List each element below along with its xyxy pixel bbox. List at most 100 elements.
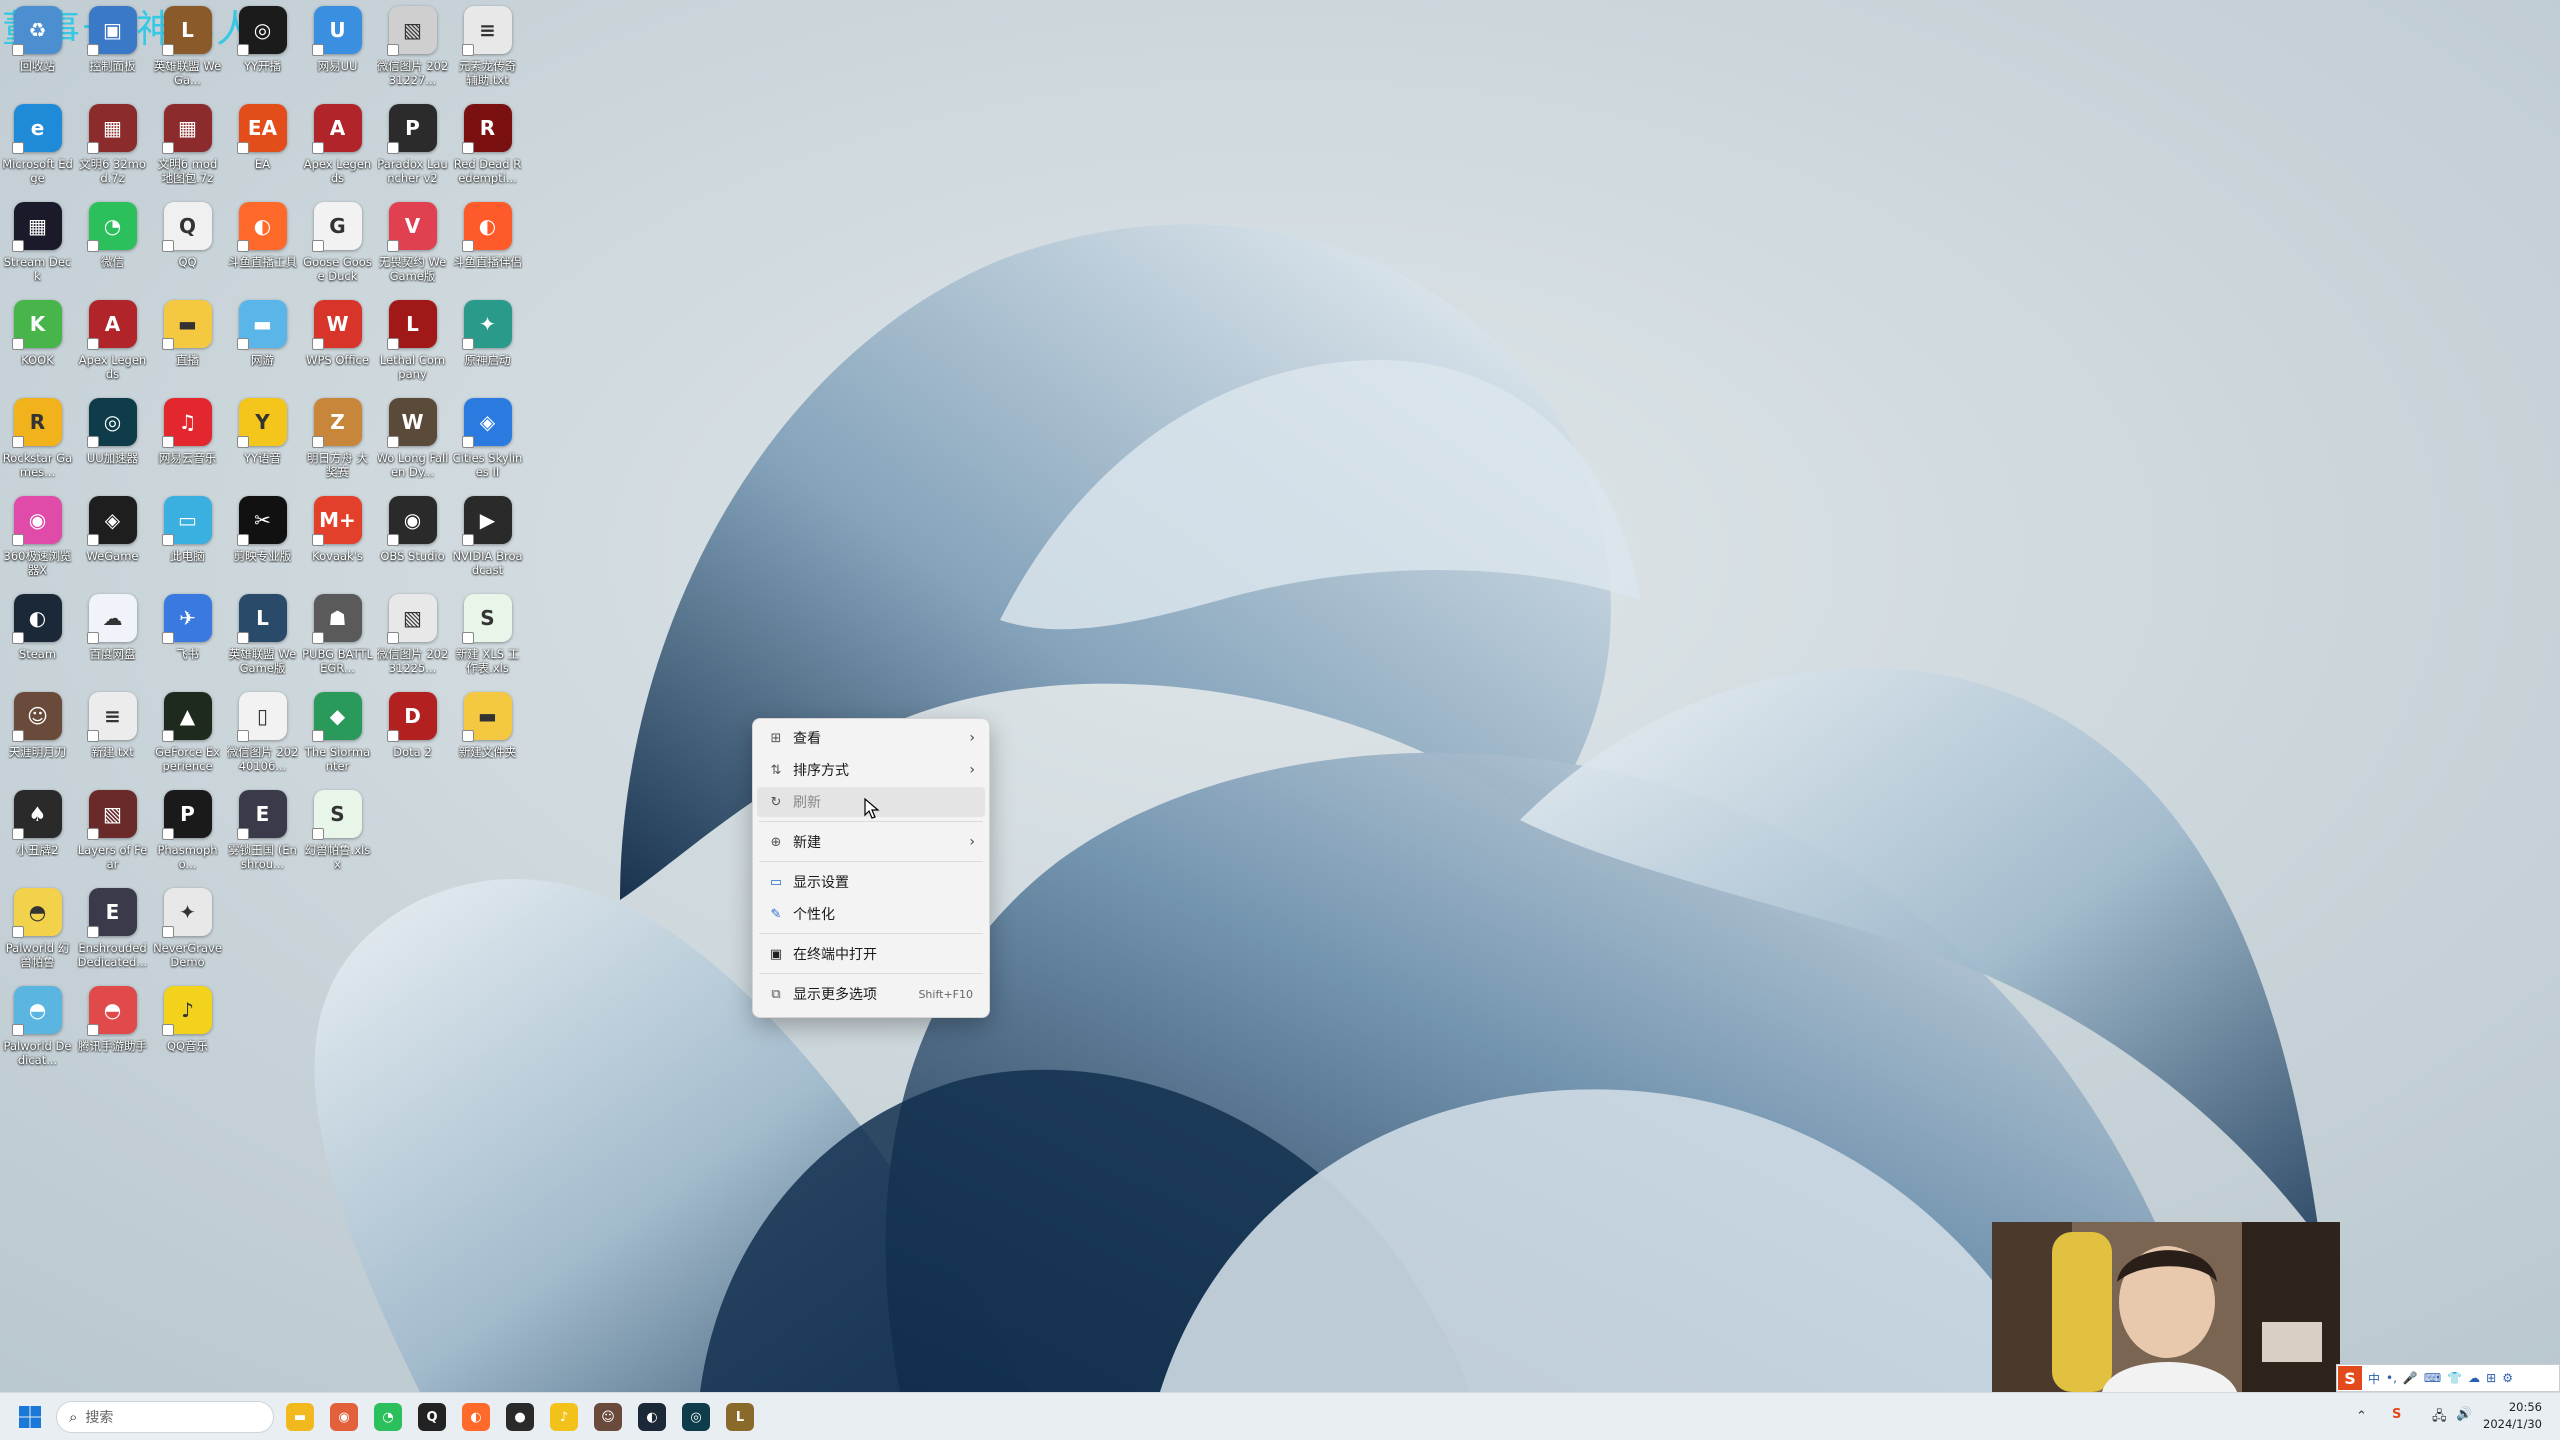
desktop-icon[interactable]: ◐ 斗鱼直播伴侣 bbox=[450, 196, 525, 294]
taskbar-search-box[interactable]: ⌕ 搜索 bbox=[56, 1401, 274, 1433]
desktop-icon[interactable]: ◓ Palworld Dedicat... bbox=[0, 980, 75, 1078]
ime-skin-icon[interactable]: 👕 bbox=[2447, 1371, 2462, 1385]
desktop-icon[interactable]: S 幻兽帕鲁.xlsx bbox=[300, 784, 375, 882]
ime-toolbox-icon[interactable]: ⊞ bbox=[2486, 1371, 2496, 1385]
menu-item-view[interactable]: ⊞ 查看 › bbox=[757, 723, 985, 753]
desktop-icon[interactable]: W Wo Long Fallen Dy... bbox=[375, 392, 450, 490]
desktop-icon[interactable]: P Paradox Launcher v2 bbox=[375, 98, 450, 196]
taskbar-clock[interactable]: 20:56 2024/1/30 bbox=[2468, 1399, 2542, 1433]
desktop-icon[interactable]: ◓ Palworld 幻兽帕鲁 bbox=[0, 882, 75, 980]
desktop-icon[interactable]: ♪ QQ音乐 bbox=[150, 980, 225, 1078]
desktop-icon[interactable]: ☁ 百度网盘 bbox=[75, 588, 150, 686]
desktop-icon[interactable]: ◐ 斗鱼直播工具 bbox=[225, 196, 300, 294]
taskbar-app-avatar-app[interactable]: ☺ bbox=[594, 1403, 622, 1431]
ime-punctuation-toggle[interactable]: •, bbox=[2386, 1371, 2397, 1385]
desktop-icon[interactable]: ✦ 原神启动 bbox=[450, 294, 525, 392]
desktop-icon[interactable]: ▦ 文明6 32mod.7z bbox=[75, 98, 150, 196]
desktop-icon[interactable]: E 雾锁王国 (Enshrou... bbox=[225, 784, 300, 882]
taskbar-app-file-explorer[interactable]: ▬ bbox=[286, 1403, 314, 1431]
desktop-icon[interactable]: ✦ NeverGrave Demo bbox=[150, 882, 225, 980]
desktop-icon[interactable]: ◐ Steam bbox=[0, 588, 75, 686]
desktop-icon[interactable]: A Apex Legends bbox=[75, 294, 150, 392]
taskbar-app-wechat[interactable]: ◔ bbox=[374, 1403, 402, 1431]
taskbar-app-douyu[interactable]: ◐ bbox=[462, 1403, 490, 1431]
desktop-icon[interactable]: Z 明日方舟 大奖赛 bbox=[300, 392, 375, 490]
desktop-icon[interactable]: ≡ 元素龙传奇 辅助.txt bbox=[450, 0, 525, 98]
desktop-icon[interactable]: ◈ Cities Skylines II bbox=[450, 392, 525, 490]
desktop-icon[interactable]: ▬ 直播 bbox=[150, 294, 225, 392]
desktop-icon[interactable]: R Rockstar Games... bbox=[0, 392, 75, 490]
taskbar-app-qq-music[interactable]: ♪ bbox=[550, 1403, 578, 1431]
desktop-icon[interactable]: Y YY语音 bbox=[225, 392, 300, 490]
taskbar-app-360-browser[interactable]: ◉ bbox=[330, 1403, 358, 1431]
network-icon[interactable]: 🖧 bbox=[2432, 1407, 2447, 1429]
desktop-icon[interactable]: ◆ The Siormanter bbox=[300, 686, 375, 784]
desktop-icon[interactable]: ▲ GeForce Experience bbox=[150, 686, 225, 784]
sogou-ime-icon[interactable]: S bbox=[2338, 1366, 2362, 1390]
desktop-icon[interactable]: e Microsoft Edge bbox=[0, 98, 75, 196]
desktop-icon[interactable]: V 无畏契约 WeGame版 bbox=[375, 196, 450, 294]
windows-start-icon[interactable] bbox=[18, 1405, 42, 1429]
desktop-icon[interactable]: Q QQ bbox=[150, 196, 225, 294]
desktop-icon[interactable]: U 网易UU bbox=[300, 0, 375, 98]
ime-settings-icon[interactable]: ⚙ bbox=[2502, 1371, 2513, 1385]
desktop-icon[interactable]: ▶ NVIDIA Broadcast bbox=[450, 490, 525, 588]
ime-mode-toggle[interactable]: 中 bbox=[2368, 1370, 2380, 1387]
chevron-up-icon[interactable]: ⌃ bbox=[2356, 1409, 2367, 1424]
desktop-icon[interactable]: ▯ 微信图片 20240106... bbox=[225, 686, 300, 784]
desktop-icon[interactable]: EA EA bbox=[225, 98, 300, 196]
ime-cloud-icon[interactable]: ☁ bbox=[2468, 1371, 2480, 1385]
desktop-icon[interactable]: ◈ WeGame bbox=[75, 490, 150, 588]
desktop-icon[interactable]: R Red Dead Redempti... bbox=[450, 98, 525, 196]
desktop-icon[interactable]: P Phasmopho... bbox=[150, 784, 225, 882]
desktop-icon[interactable]: L 英雄联盟 WeGame版 bbox=[225, 588, 300, 686]
desktop-icon[interactable]: K KOOK bbox=[0, 294, 75, 392]
desktop-icon[interactable]: W WPS Office bbox=[300, 294, 375, 392]
desktop-icon[interactable]: ☺ 天涯明月刀 bbox=[0, 686, 75, 784]
desktop-icon[interactable]: ◓ 腾讯手游助手 bbox=[75, 980, 150, 1078]
desktop-icon[interactable]: M+ Kovaak's bbox=[300, 490, 375, 588]
taskbar-app-steam[interactable]: ◐ bbox=[638, 1403, 666, 1431]
desktop-icon[interactable]: ☗ PUBG BATTLEGR... bbox=[300, 588, 375, 686]
menu-item-new[interactable]: ⊕ 新建 › bbox=[757, 827, 985, 857]
taskbar-app-qq[interactable]: Q bbox=[418, 1403, 446, 1431]
desktop-icon[interactable]: ≡ 新建.txt bbox=[75, 686, 150, 784]
ime-voice-icon[interactable]: 🎤 bbox=[2403, 1371, 2418, 1385]
desktop-icon[interactable]: ▧ 微信图片 20231227... bbox=[375, 0, 450, 98]
desktop-icon[interactable]: G Goose Goose Duck bbox=[300, 196, 375, 294]
desktop-icon[interactable]: ♻ 回收站 bbox=[0, 0, 75, 98]
sogou-tray-icon[interactable]: S bbox=[2392, 1407, 2401, 1422]
desktop-icon[interactable]: ✈ 飞书 bbox=[150, 588, 225, 686]
desktop-icon[interactable]: ▬ 新建文件夹 bbox=[450, 686, 525, 784]
taskbar-app-lol[interactable]: L bbox=[726, 1403, 754, 1431]
desktop-icon[interactable]: ▭ 此电脑 bbox=[150, 490, 225, 588]
desktop-icon[interactable]: ▣ 控制面板 bbox=[75, 0, 150, 98]
menu-item-show-more-options[interactable]: ⧉ 显示更多选项 Shift+F10 bbox=[757, 979, 985, 1009]
desktop-icon[interactable]: ◉ OBS Studio bbox=[375, 490, 450, 588]
desktop-icon[interactable]: E Enshrouded Dedicated... bbox=[75, 882, 150, 980]
menu-item-open-in-terminal[interactable]: ▣ 在终端中打开 bbox=[757, 939, 985, 969]
desktop-icon[interactable]: L Lethal Company bbox=[375, 294, 450, 392]
menu-item-personalize[interactable]: ✎ 个性化 bbox=[757, 899, 985, 929]
desktop-icon[interactable]: ◎ UU加速器 bbox=[75, 392, 150, 490]
menu-item-display-settings[interactable]: ▭ 显示设置 bbox=[757, 867, 985, 897]
desktop-icon[interactable]: ◎ YY开播 bbox=[225, 0, 300, 98]
desktop-icon[interactable]: ◉ 360极速浏览器X bbox=[0, 490, 75, 588]
desktop-icon[interactable]: D Dota 2 bbox=[375, 686, 450, 784]
taskbar-app-uu-booster[interactable]: ◎ bbox=[682, 1403, 710, 1431]
desktop-icon[interactable]: ▬ 网游 bbox=[225, 294, 300, 392]
desktop-icon[interactable]: ▦ Stream Deck bbox=[0, 196, 75, 294]
desktop-icon[interactable]: A Apex Legends bbox=[300, 98, 375, 196]
desktop-icon[interactable]: L 英雄联盟 WeGa... bbox=[150, 0, 225, 98]
desktop-icon[interactable]: ▦ 文明6 mod 地图包.7z bbox=[150, 98, 225, 196]
desktop-icon[interactable]: ▧ Layers of Fear bbox=[75, 784, 150, 882]
desktop-icon[interactable]: ✂ 剪映专业版 bbox=[225, 490, 300, 588]
ime-keyboard-icon[interactable]: ⌨ bbox=[2424, 1371, 2441, 1385]
desktop-icon[interactable]: ◔ 微信 bbox=[75, 196, 150, 294]
menu-item-sort-by[interactable]: ⇅ 排序方式 › bbox=[757, 755, 985, 785]
desktop-icon[interactable]: ♠ 小丑牌2 bbox=[0, 784, 75, 882]
desktop-icon[interactable]: ♫ 网易云音乐 bbox=[150, 392, 225, 490]
desktop-icon[interactable]: ▧ 微信图片 20231225... bbox=[375, 588, 450, 686]
desktop-icon[interactable]: S 新建 XLS 工作表.xls bbox=[450, 588, 525, 686]
taskbar-app-obs-record[interactable]: ● bbox=[506, 1403, 534, 1431]
